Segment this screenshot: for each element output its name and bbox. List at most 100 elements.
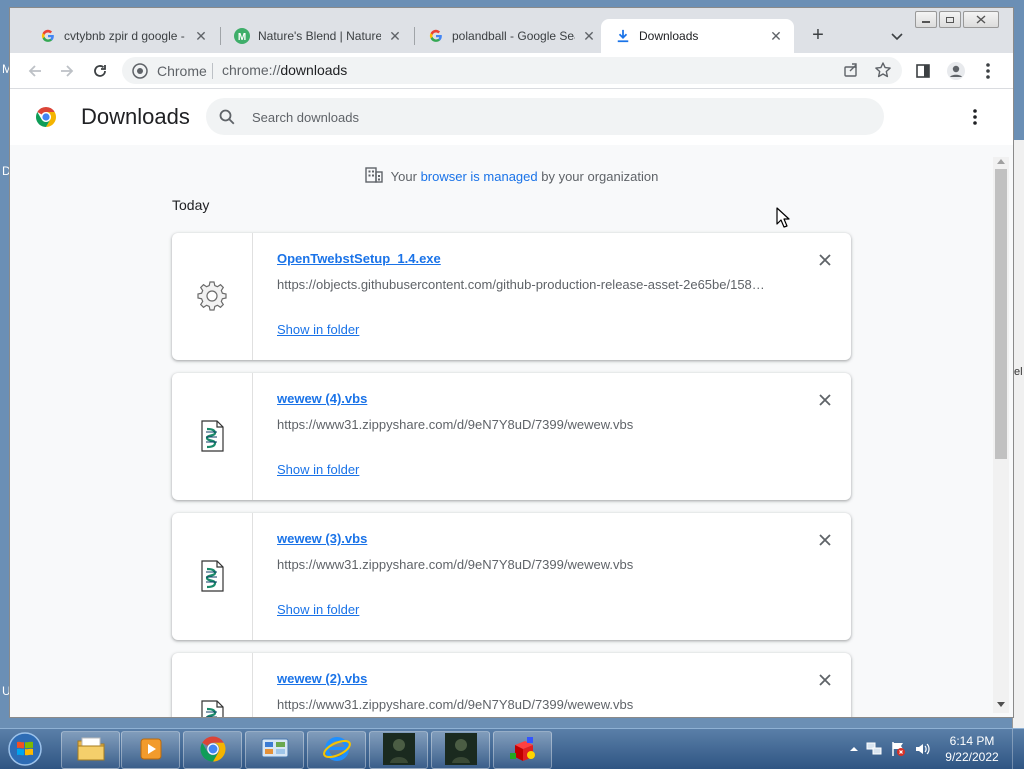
taskbar-game-window-1[interactable]	[369, 731, 428, 769]
managed-prefix: Your	[390, 169, 421, 184]
action-center-flag-icon[interactable]	[890, 741, 906, 757]
file-url: https://www31.zippyshare.com/d/9eN7Y8uD/…	[277, 697, 634, 712]
network-icon[interactable]	[866, 741, 882, 757]
3d-cube-icon	[507, 733, 539, 768]
omnibox-label: Chrome	[157, 63, 207, 79]
url-prefix: chrome://	[222, 62, 281, 78]
taskbar-chrome[interactable]	[183, 731, 242, 769]
taskbar-control-panel[interactable]	[245, 731, 304, 769]
profile-avatar-icon[interactable]	[945, 60, 967, 82]
managed-notice: Your browser is managed by your organiza…	[10, 167, 1013, 186]
taskbar-3d-app[interactable]	[493, 731, 552, 769]
control-panel-icon	[260, 736, 290, 765]
remove-download-close-icon[interactable]	[816, 251, 834, 269]
file-url: https://objects.githubusercontent.com/gi…	[277, 277, 765, 292]
restore-icon[interactable]	[939, 11, 961, 28]
tab-natures-blend[interactable]: M Nature's Blend | Natures ✕	[220, 19, 413, 53]
taskbar-media-player[interactable]	[121, 731, 180, 769]
file-name-link[interactable]: wewew (4).vbs	[277, 391, 367, 406]
background-window-edge-text: el	[1014, 366, 1023, 378]
search-icon	[218, 108, 236, 126]
windows-taskbar: 6:14 PM 9/22/2022	[0, 728, 1024, 769]
taskbar-file-explorer[interactable]	[61, 731, 120, 769]
scroll-down-arrow-icon[interactable]	[997, 702, 1005, 707]
back-arrow-icon[interactable]	[23, 59, 47, 83]
scroll-up-arrow-icon[interactable]	[997, 159, 1005, 164]
browser-toolbar: Chrome chrome://downloads	[10, 53, 1013, 89]
clock-date[interactable]: 9/22/2022	[937, 750, 1007, 764]
window-close-icon[interactable]	[963, 11, 999, 28]
managed-link[interactable]: browser is managed	[421, 169, 538, 184]
tab-title: Nature's Blend | Natures	[258, 29, 381, 43]
game-character-icon	[444, 732, 477, 768]
tab-google-search-2[interactable]: polandball - Google Sea ✕	[414, 19, 607, 53]
chrome-icon	[132, 63, 148, 79]
taskbar-internet-explorer[interactable]	[307, 731, 366, 769]
file-name-link[interactable]: wewew (3).vbs	[277, 531, 367, 546]
share-icon[interactable]	[842, 61, 860, 79]
background-window-edge: el	[1012, 140, 1024, 730]
search-input[interactable]	[250, 106, 854, 128]
date-section-label: Today	[172, 197, 210, 213]
script-file-icon	[196, 420, 228, 452]
file-icon-column	[172, 513, 253, 640]
svg-text:M: M	[238, 32, 246, 43]
show-in-folder-link[interactable]: Show in folder	[277, 462, 359, 477]
download-item: OpenTwebstSetup_1.4.exe https://objects.…	[172, 233, 851, 360]
file-icon-column	[172, 233, 253, 360]
show-in-folder-link[interactable]: Show in folder	[277, 602, 359, 617]
file-name-link[interactable]: wewew (2).vbs	[277, 671, 367, 686]
omnibox-separator	[212, 63, 213, 79]
minimize-icon[interactable]	[915, 11, 937, 28]
download-item: wewew (4).vbs https://www31.zippyshare.c…	[172, 373, 851, 500]
volume-icon[interactable]	[914, 741, 930, 757]
forward-arrow-icon[interactable]	[55, 59, 79, 83]
managed-suffix: by your organization	[537, 169, 659, 184]
scrollbar-thumb[interactable]	[995, 169, 1007, 459]
reload-icon[interactable]	[88, 59, 112, 83]
tab-google-search-1[interactable]: cvtybnb zpir d google - ✕	[26, 19, 219, 53]
download-item: wewew (2).vbs https://www31.zippyshare.c…	[172, 653, 851, 717]
bookmark-star-icon[interactable]	[874, 61, 892, 79]
chrome-window: cvtybnb zpir d google - ✕ M Nature's Ble…	[10, 8, 1013, 717]
clock-time[interactable]: 6:14 PM	[937, 734, 1007, 748]
taskbar-game-window-2[interactable]	[431, 731, 490, 769]
close-icon[interactable]: ✕	[193, 28, 209, 44]
internet-explorer-icon	[322, 734, 352, 767]
close-icon[interactable]: ✕	[581, 28, 597, 44]
tab-search-chevron-icon[interactable]	[887, 26, 907, 46]
url-text: chrome://downloads	[222, 62, 347, 78]
search-box[interactable]	[206, 98, 884, 135]
script-file-icon	[196, 700, 228, 717]
file-icon-column	[172, 373, 253, 500]
tab-title: polandball - Google Sea	[452, 29, 575, 43]
file-url: https://www31.zippyshare.com/d/9eN7Y8uD/…	[277, 557, 634, 572]
file-explorer-icon	[76, 736, 106, 765]
remove-download-close-icon[interactable]	[816, 391, 834, 409]
file-url: https://www31.zippyshare.com/d/9eN7Y8uD/…	[277, 417, 634, 432]
tab-downloads[interactable]: Downloads ✕	[601, 19, 794, 53]
page-title: Downloads	[81, 104, 190, 129]
remove-download-close-icon[interactable]	[816, 671, 834, 689]
file-name-link[interactable]: OpenTwebstSetup_1.4.exe	[277, 251, 441, 266]
tab-title: cvtybnb zpir d google -	[64, 29, 185, 43]
browser-menu-icon[interactable]	[977, 60, 999, 82]
start-button[interactable]	[2, 730, 48, 768]
m-letter-icon: M	[234, 28, 250, 44]
side-panel-icon[interactable]	[912, 60, 934, 82]
show-desktop-button[interactable]	[1012, 729, 1024, 769]
building-icon	[364, 167, 383, 186]
close-icon[interactable]: ✕	[387, 28, 403, 44]
file-icon-column	[172, 653, 253, 717]
address-bar[interactable]: Chrome chrome://downloads	[122, 57, 902, 84]
show-hidden-icons-icon[interactable]	[846, 741, 862, 757]
page-scrollbar[interactable]	[993, 157, 1009, 713]
close-icon[interactable]: ✕	[768, 28, 784, 44]
show-in-folder-link[interactable]: Show in folder	[277, 322, 359, 337]
chrome-icon	[198, 734, 228, 767]
google-icon	[40, 28, 56, 44]
downloads-header: Downloads	[10, 89, 1013, 145]
more-actions-icon[interactable]	[965, 106, 985, 128]
new-tab-button[interactable]: +	[807, 25, 829, 47]
remove-download-close-icon[interactable]	[816, 531, 834, 549]
